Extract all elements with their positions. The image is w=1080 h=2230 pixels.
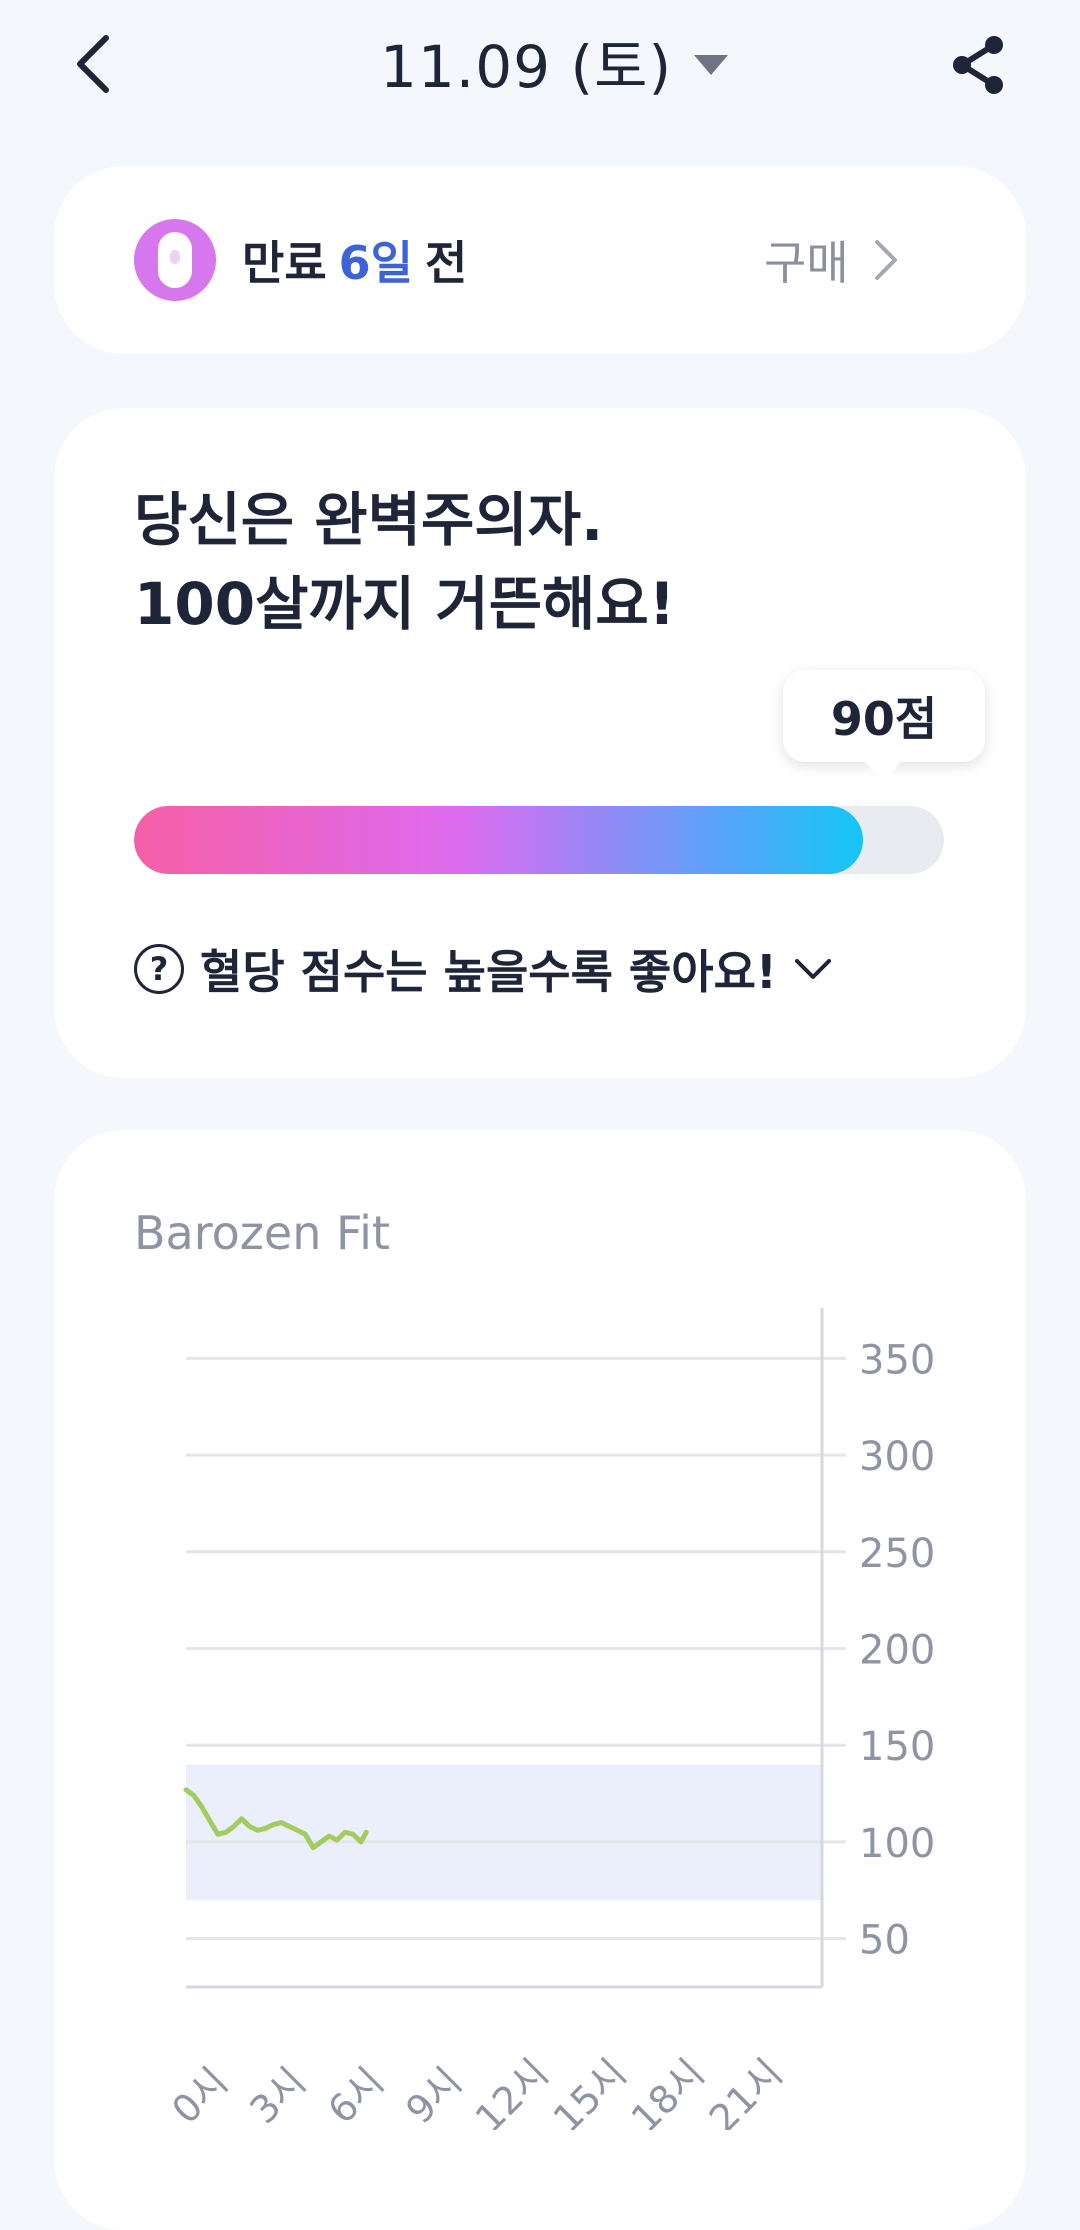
score-bar-fill: [134, 806, 863, 874]
expiry-suffix: 전: [424, 236, 468, 290]
chevron-right-icon: [874, 240, 897, 280]
pill-icon: [134, 219, 216, 301]
y-tick-label: 50: [859, 1918, 910, 1964]
expiry-text: 만료 6일 전: [242, 222, 467, 298]
x-tick-label: 12시: [467, 2051, 557, 2130]
x-tick-label: 15시: [545, 2051, 635, 2130]
buy-label: 구매: [764, 236, 849, 290]
target-range-band: [186, 1764, 822, 1900]
date-selector[interactable]: 11.09 (토): [380, 22, 729, 102]
y-tick-label: 300: [859, 1434, 935, 1480]
y-tick-label: 350: [859, 1337, 935, 1383]
top-bar: 11.09 (토): [0, 0, 1080, 130]
back-chevron-icon: [77, 35, 109, 93]
score-title-line1: 당신은 완벽주의자.: [134, 486, 604, 554]
y-tick-label: 100: [859, 1821, 935, 1867]
buy-button[interactable]: 구매: [764, 222, 899, 298]
share-icon: [953, 36, 1003, 94]
score-tooltip: 90점: [783, 670, 985, 782]
x-tick-label: 9시: [397, 2059, 470, 2130]
question-icon: ?: [134, 944, 184, 994]
y-tick-label: 250: [859, 1531, 935, 1577]
score-card: 당신은 완벽주의자. 100살까지 거뜬해요! 90점 ? 혈당 점수는 높을수…: [54, 408, 1026, 1078]
score-bar: [134, 806, 944, 874]
back-button[interactable]: [62, 30, 122, 98]
expiry-days: 6일: [338, 236, 413, 290]
x-tick-label: 6시: [319, 2059, 392, 2130]
score-title: 당신은 완벽주의자. 100살까지 거뜬해요!: [134, 478, 954, 646]
y-tick-label: 150: [859, 1724, 935, 1770]
date-label: 11.09 (토): [380, 33, 673, 101]
glucose-chart: 50 100 150 200 250 300 350 0시 3시 6시 9시12시15시18시21시: [163, 1308, 935, 2130]
score-help-toggle[interactable]: ? 혈당 점수는 높을수록 좋아요!: [134, 934, 833, 1004]
share-button[interactable]: [945, 30, 1011, 100]
expiry-card[interactable]: 만료 6일 전 구매: [54, 166, 1026, 354]
y-tick-label: 200: [859, 1628, 935, 1674]
chart-card: Barozen Fit 50 100 150 200 250 300 350 0시 3시 6시 9시…: [54, 1130, 1026, 2230]
x-tick-label: 3시: [241, 2059, 314, 2130]
x-tick-label: 18시: [623, 2051, 713, 2130]
chevron-down-icon: [794, 959, 831, 979]
x-tick-label: 0시: [163, 2059, 236, 2130]
caret-down-icon: [694, 55, 729, 75]
x-tick-label: 21시: [701, 2051, 791, 2130]
score-title-line2: 100살까지 거뜬해요!: [134, 570, 676, 638]
score-help-text: 혈당 점수는 높을수록 좋아요!: [200, 945, 777, 999]
expiry-prefix: 만료: [242, 236, 327, 290]
